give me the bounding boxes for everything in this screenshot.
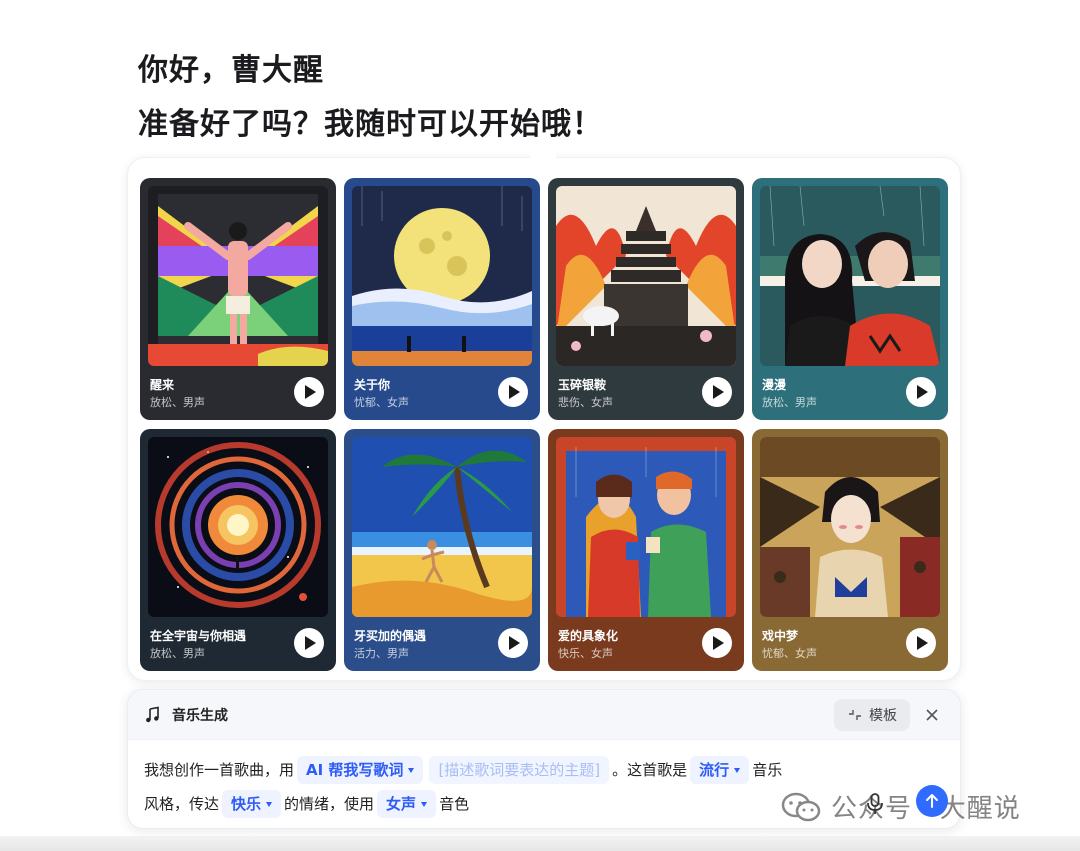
template-label: 模板 [869,707,897,724]
cover-art-opera-dream [760,437,940,617]
song-title: 漫漫 [762,378,787,392]
play-button[interactable] [294,377,324,407]
wechat-logo-icon [781,792,821,821]
song-card[interactable]: 玉碎银鞍 悲伤、女声 [548,178,744,420]
play-button[interactable] [906,628,936,658]
song-card[interactable]: 戏中梦 忧郁、女声 [752,429,948,671]
song-tags: 放松、男声 [150,647,205,660]
song-title: 玉碎银鞍 [558,378,607,392]
prompt-text: 音乐 [752,761,783,779]
greeting-line-1: 你好，曹大醒 [138,53,324,88]
song-tags: 快乐、女声 [558,647,613,660]
genre-chip[interactable]: 流行 [690,756,750,784]
cover-art-jamaica [352,437,532,617]
close-icon[interactable] [924,707,940,723]
song-tags: 悲伤、女声 [558,396,613,409]
song-title: 醒来 [150,378,175,392]
voice-chip[interactable]: 女声 [377,790,437,818]
composer-title: 音乐生成 [172,707,228,724]
play-button[interactable] [294,628,324,658]
song-card[interactable]: 爱的具象化 快乐、女声 [548,429,744,671]
send-button[interactable] [916,785,948,817]
song-card[interactable]: 关于你 忧郁、女声 [344,178,540,420]
play-button[interactable] [702,377,732,407]
cover-art-love [556,437,736,617]
template-button[interactable]: 模板 [834,698,910,731]
panel-notch [530,150,556,166]
song-title: 牙买加的偶遇 [354,629,427,643]
cover-art-awake [148,186,328,366]
song-card[interactable]: 在全宇宙与你相遇 放松、男声 [140,429,336,671]
prompt-text: 我想创作一首歌曲，用 [144,761,295,779]
play-button[interactable] [906,377,936,407]
prompt-text: 音色 [439,795,470,813]
song-title: 在全宇宙与你相遇 [150,629,247,643]
chevron-down-icon [408,768,415,773]
composer-header: 音乐生成 模板 [128,690,960,740]
song-title: 爱的具象化 [558,629,619,643]
prompt-text: 的情绪，使用 [284,795,375,813]
song-tags: 放松、男声 [150,396,205,409]
song-title: 关于你 [354,378,391,392]
prompt-text: 。这首歌是 [612,761,688,779]
bottom-edge [0,836,1080,851]
play-button[interactable] [702,628,732,658]
song-title: 戏中梦 [762,629,799,643]
song-card[interactable]: 牙买加的偶遇 活力、男声 [344,429,540,671]
greeting: 你好，曹大醒 准备好了吗？我随时可以开始哦！ [138,44,603,152]
watermark: 公众号 · 大醒说 [781,788,1021,825]
chevron-down-icon [421,802,428,807]
prompt-line-1: 我想创作一首歌曲，用 AI 帮我写歌词 [描述歌词要表达的主题] 。这首歌是 流行 音乐 [144,753,944,787]
song-card[interactable]: 醒来 放松、男声 [140,178,336,420]
chevron-down-icon [734,768,741,773]
lyrics-theme-input[interactable]: [描述歌词要表达的主题] [429,756,610,784]
collapse-icon [849,709,861,720]
mood-chip[interactable]: 快乐 [222,790,282,818]
cover-art-endless [760,186,940,366]
mood-label: 快乐 [231,795,262,813]
cover-art-universe [148,437,328,617]
song-card-grid: 醒来 放松、男声 关于你 忧郁、女声 玉碎银鞍 悲伤、女声 漫漫 放松、男声 在… [140,178,948,671]
song-tags: 放松、男声 [762,396,817,409]
greeting-line-2: 准备好了吗？我随时可以开始哦！ [138,107,603,142]
genre-label: 流行 [699,761,730,779]
mic-icon[interactable] [866,793,884,815]
cover-art-about-you [352,186,532,366]
play-button[interactable] [498,377,528,407]
play-button[interactable] [498,628,528,658]
prompt-text: 风格，传达 [144,795,220,813]
song-card[interactable]: 漫漫 放松、男声 [752,178,948,420]
cover-art-broken-jade [556,186,736,366]
ai-lyrics-chip[interactable]: AI 帮我写歌词 [297,756,424,784]
chevron-down-icon [266,802,273,807]
voice-label: 女声 [386,795,417,813]
music-note-icon [146,706,159,722]
song-tags: 忧郁、女声 [354,396,409,409]
song-tags: 忧郁、女声 [762,647,817,660]
ai-lyrics-label: AI 帮我写歌词 [306,761,404,779]
song-tags: 活力、男声 [354,647,409,660]
send-arrow-icon [926,794,938,808]
